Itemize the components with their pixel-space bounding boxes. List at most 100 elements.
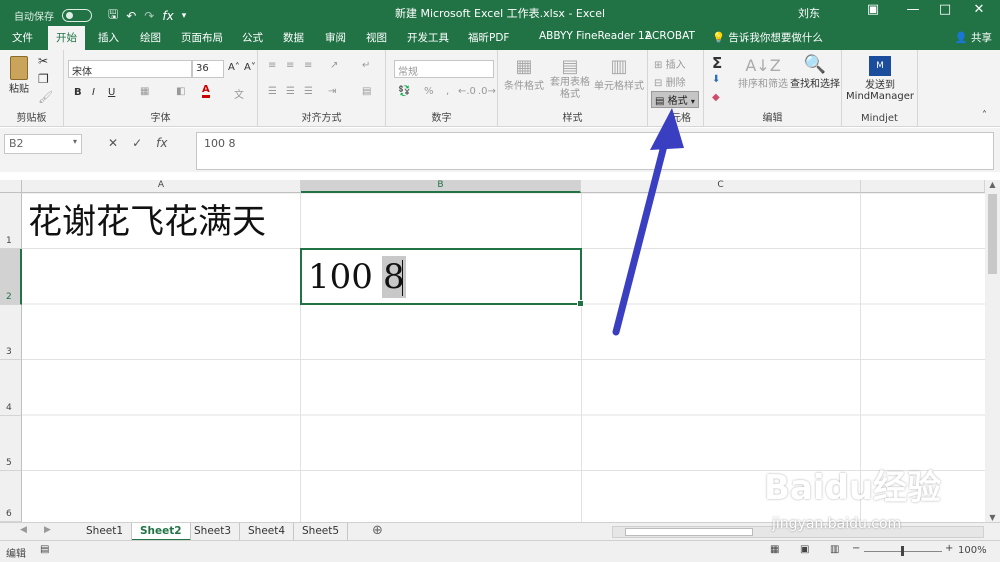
sort-filter-button[interactable]: A↓Z 排序和筛选 — [736, 56, 790, 90]
page-break-view-icon[interactable]: ▥ — [830, 544, 839, 555]
macro-record-icon[interactable]: ▤ — [40, 544, 49, 555]
number-format-select[interactable]: 常规 — [394, 60, 494, 78]
zoom-in-icon[interactable]: + — [945, 543, 953, 554]
ribbon-display-icon[interactable]: ▣ — [858, 2, 888, 17]
zoom-slider[interactable] — [864, 546, 942, 556]
tab-acrobat[interactable]: ACROBAT — [645, 30, 695, 42]
column-header-a[interactable]: A — [22, 180, 301, 193]
add-sheet-icon[interactable]: ⊕ — [372, 523, 383, 538]
scroll-up-icon[interactable]: ▲ — [985, 180, 1000, 189]
page-layout-view-icon[interactable]: ▣ — [800, 544, 809, 555]
font-name-select[interactable]: 宋体 — [68, 60, 192, 78]
row-header-1[interactable]: 1 — [0, 193, 22, 249]
decrease-decimal-icon[interactable]: .0→ — [478, 86, 496, 97]
wrap-text-icon[interactable]: ↵ — [362, 60, 370, 71]
zoom-out-icon[interactable]: − — [852, 543, 860, 554]
align-right-icon[interactable]: ☰ — [304, 86, 313, 97]
format-as-table-button[interactable]: ▤ 套用表格格式 — [548, 56, 592, 101]
phonetic-icon[interactable]: 文 — [234, 86, 244, 101]
merge-center-icon[interactable]: ▤ — [362, 86, 371, 97]
collapse-ribbon-icon[interactable]: ˄ — [982, 110, 987, 121]
sheet-tab-2[interactable]: Sheet2 — [132, 523, 191, 541]
formula-input[interactable]: 100 8 — [196, 132, 994, 170]
orientation-icon[interactable]: ↗ — [330, 60, 338, 71]
scroll-tabs-right-icon[interactable]: ▶ — [44, 525, 51, 535]
row-header-4[interactable]: 4 — [0, 360, 22, 416]
normal-view-icon[interactable]: ▦ — [770, 544, 779, 555]
select-all-corner[interactable] — [0, 180, 22, 193]
zoom-slider-thumb[interactable] — [901, 546, 904, 556]
tab-foxit-pdf[interactable]: 福昕PDF — [468, 30, 509, 45]
tab-review[interactable]: 审阅 — [325, 30, 346, 45]
vertical-scrollbar[interactable]: ▲ ▼ — [985, 180, 1000, 522]
indent-icon[interactable]: ⇥ — [328, 86, 336, 97]
align-bottom-icon[interactable]: ≡ — [304, 60, 312, 71]
grow-font-icon[interactable]: A˄ — [228, 62, 240, 73]
tab-abbyy[interactable]: ABBYY FineReader 12 — [539, 30, 651, 42]
format-cells-button[interactable]: ▤ 格式 ▾ — [651, 91, 699, 108]
maximize-icon[interactable]: □ — [930, 2, 960, 17]
tab-formulas[interactable]: 公式 — [242, 30, 263, 45]
align-top-icon[interactable]: ≡ — [268, 60, 276, 71]
close-icon[interactable]: ✕ — [964, 2, 994, 17]
italic-button[interactable]: I — [92, 87, 95, 98]
sheet-tab-5[interactable]: Sheet5 — [294, 523, 349, 541]
send-to-mindmanager-button[interactable]: M 发送到 MindManager — [846, 56, 914, 102]
currency-icon[interactable]: 💱 — [398, 86, 410, 97]
paste-button[interactable]: 粘贴 — [6, 56, 32, 95]
cancel-icon[interactable]: ✕ — [108, 136, 118, 150]
fill-color-icon[interactable]: ◧ — [176, 86, 185, 97]
font-size-select[interactable]: 36 — [192, 60, 224, 78]
row-header-2[interactable]: 2 — [0, 249, 22, 305]
cell-a1[interactable]: 花谢花飞花满天 — [28, 202, 266, 242]
row-header-6[interactable]: 6 — [0, 471, 22, 522]
scroll-down-icon[interactable]: ▼ — [985, 513, 1000, 522]
scroll-thumb[interactable] — [988, 194, 997, 274]
find-select-button[interactable]: 🔍 查找和选择 — [790, 54, 840, 90]
sheet-tab-3[interactable]: Sheet3 — [186, 523, 241, 541]
user-name[interactable]: 刘东 — [798, 5, 820, 21]
increase-decimal-icon[interactable]: ←.0 — [458, 86, 476, 97]
horizontal-scroll-thumb[interactable] — [625, 528, 753, 536]
column-header-d[interactable] — [861, 180, 985, 193]
clear-icon[interactable]: ◆ — [712, 92, 720, 103]
font-color-icon[interactable]: A — [202, 84, 210, 98]
fill-icon[interactable]: ⬇ — [712, 74, 720, 85]
minimize-icon[interactable]: — — [898, 2, 928, 17]
format-painter-icon[interactable]: 🖌 — [38, 90, 53, 104]
tab-file[interactable]: 文件 — [12, 30, 33, 45]
cell-styles-button[interactable]: ▥ 单元格样式 — [594, 56, 644, 92]
shrink-font-icon[interactable]: A˅ — [244, 62, 256, 73]
tab-home[interactable]: 开始 — [48, 26, 85, 50]
share-button[interactable]: 👤 共享 — [955, 30, 992, 45]
sheet-tab-4[interactable]: Sheet4 — [240, 523, 295, 541]
tab-draw[interactable]: 绘图 — [140, 30, 161, 45]
zoom-level[interactable]: 100% — [958, 545, 987, 556]
tab-developer[interactable]: 开发工具 — [407, 30, 449, 45]
underline-button[interactable]: U — [108, 87, 115, 98]
bold-button[interactable]: B — [74, 87, 82, 98]
active-cell-b2[interactable]: 100 8 — [300, 248, 584, 307]
insert-cells-button[interactable]: ⊞ 插入 — [654, 56, 686, 71]
tab-view[interactable]: 视图 — [366, 30, 387, 45]
percent-button[interactable]: % — [424, 86, 434, 97]
cut-icon[interactable]: ✂ — [38, 54, 48, 68]
tab-insert[interactable]: 插入 — [98, 30, 119, 45]
insert-function-icon[interactable]: fx — [156, 136, 167, 150]
delete-cells-button[interactable]: ⊟ 删除 — [654, 74, 686, 89]
enter-icon[interactable]: ✓ — [132, 136, 142, 150]
row-header-3[interactable]: 3 — [0, 305, 22, 360]
tab-data[interactable]: 数据 — [283, 30, 304, 45]
autosum-icon[interactable]: Σ — [712, 54, 722, 72]
conditional-format-button[interactable]: ▦ 条件格式 — [502, 56, 546, 92]
copy-icon[interactable]: ❐ — [38, 72, 49, 86]
border-icon[interactable]: ▦ — [140, 86, 149, 97]
tell-me-search[interactable]: 💡 告诉我你想要做什么 — [712, 30, 823, 45]
align-middle-icon[interactable]: ≡ — [286, 60, 294, 71]
align-center-icon[interactable]: ☰ — [286, 86, 295, 97]
column-header-c[interactable]: C — [581, 180, 861, 193]
column-header-b[interactable]: B — [301, 180, 581, 193]
name-box[interactable]: B2 ▾ — [4, 134, 82, 154]
sheet-tab-1[interactable]: Sheet1 — [78, 523, 133, 541]
scroll-tabs-left-icon[interactable]: ◀ — [20, 525, 27, 535]
